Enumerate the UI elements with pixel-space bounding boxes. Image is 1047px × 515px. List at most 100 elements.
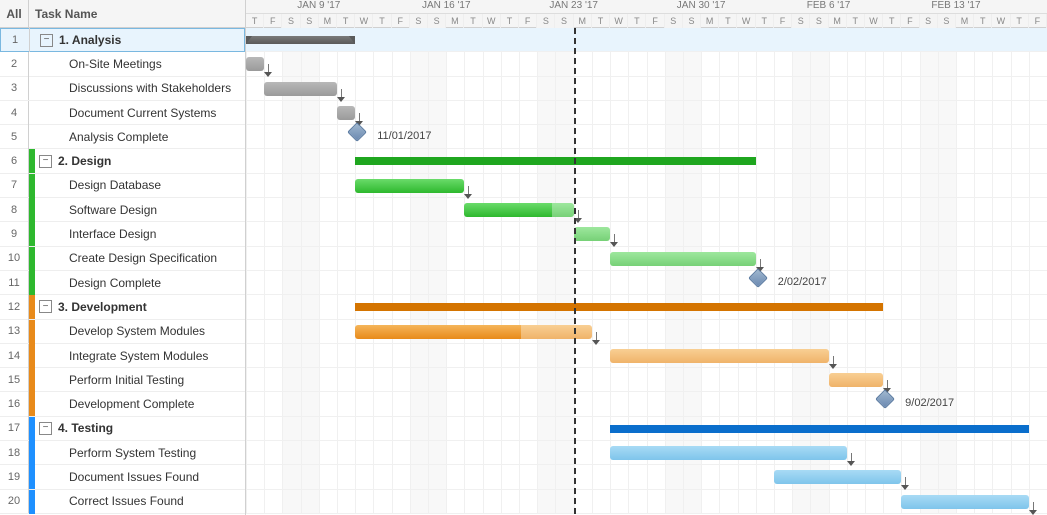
milestone-diamond-icon[interactable] (347, 122, 367, 142)
gantt-row[interactable] (246, 490, 1047, 514)
task-cell[interactable]: Create Design Specification (29, 251, 245, 265)
task-row[interactable]: 14Integrate System Modules (0, 344, 245, 368)
task-cell[interactable]: Document Current Systems (29, 106, 245, 120)
task-row[interactable]: 8Software Design (0, 198, 245, 222)
milestone-diamond-icon[interactable] (875, 390, 895, 410)
task-row-phase[interactable]: 1−1. Analysis (0, 28, 245, 52)
task-cell[interactable]: Correct Issues Found (29, 494, 245, 508)
gantt-row[interactable] (246, 320, 1047, 344)
gantt-row[interactable] (246, 417, 1047, 441)
day-header: T (246, 14, 264, 28)
task-cell[interactable]: −1. Analysis (30, 33, 244, 47)
summary-bar[interactable] (355, 303, 883, 311)
task-bar[interactable] (264, 82, 337, 96)
task-row[interactable]: 3Discussions with Stakeholders (0, 77, 245, 101)
task-row[interactable]: 10Create Design Specification (0, 247, 245, 271)
task-row[interactable]: 16Development Complete (0, 392, 245, 416)
task-row-phase[interactable]: 6−2. Design (0, 149, 245, 173)
task-row[interactable]: 15Perform Initial Testing (0, 368, 245, 392)
task-bar[interactable] (610, 446, 847, 460)
task-bar[interactable] (464, 203, 573, 217)
task-cell[interactable]: Document Issues Found (29, 470, 245, 484)
task-row[interactable]: 20Correct Issues Found (0, 490, 245, 514)
task-bar[interactable] (829, 373, 884, 387)
task-bar[interactable] (901, 495, 1028, 509)
gantt-row[interactable] (246, 52, 1047, 76)
task-bar[interactable] (355, 325, 592, 339)
task-row[interactable]: 2On-Site Meetings (0, 52, 245, 76)
task-bar[interactable] (774, 470, 901, 484)
task-cell[interactable]: Design Database (29, 178, 245, 192)
gantt-row[interactable] (246, 174, 1047, 198)
task-row[interactable]: 4Document Current Systems (0, 101, 245, 125)
task-cell[interactable]: −4. Testing (29, 421, 245, 435)
summary-bar[interactable] (355, 157, 756, 165)
progress-remaining (610, 349, 828, 363)
day-header: F (1029, 14, 1047, 28)
gantt-row[interactable] (246, 77, 1047, 101)
task-row[interactable]: 18Perform System Testing (0, 441, 245, 465)
gantt-row[interactable] (246, 149, 1047, 173)
gantt-row[interactable] (246, 198, 1047, 222)
column-all-header[interactable]: All (0, 0, 29, 27)
task-bar[interactable] (610, 252, 756, 266)
task-cell[interactable]: On-Site Meetings (29, 57, 245, 71)
task-cell[interactable]: Develop System Modules (29, 324, 245, 338)
task-cell[interactable]: Perform System Testing (29, 446, 245, 460)
task-cell[interactable]: Development Complete (29, 397, 245, 411)
gantt-row[interactable] (246, 28, 1047, 52)
gantt-row[interactable] (246, 222, 1047, 246)
task-cell[interactable]: Integrate System Modules (29, 349, 245, 363)
gantt-row[interactable] (246, 344, 1047, 368)
gantt-row[interactable] (246, 295, 1047, 319)
gantt-row[interactable] (246, 368, 1047, 392)
day-header: T (719, 14, 737, 28)
row-number: 18 (0, 441, 29, 465)
row-number: 9 (0, 222, 29, 246)
task-bar[interactable] (610, 349, 828, 363)
task-cell[interactable]: Perform Initial Testing (29, 373, 245, 387)
task-cell[interactable]: Discussions with Stakeholders (29, 81, 245, 95)
gantt-panel[interactable]: JAN 9 '17JAN 16 '17JAN 23 '17JAN 30 '17F… (246, 0, 1047, 515)
task-bar[interactable] (246, 57, 264, 71)
gantt-row[interactable]: 11/01/2017 (246, 125, 1047, 149)
collapse-toggle-icon[interactable]: − (40, 34, 53, 47)
progress-remaining (610, 446, 847, 460)
task-bar[interactable] (355, 179, 464, 193)
task-bar[interactable] (337, 106, 355, 120)
collapse-toggle-icon[interactable]: − (39, 155, 52, 168)
gantt-body[interactable]: 11/01/2017 2/02/2017 9/02/2017 (246, 28, 1047, 514)
gantt-row[interactable] (246, 465, 1047, 489)
task-cell[interactable]: Software Design (29, 203, 245, 217)
task-row[interactable]: 9Interface Design (0, 222, 245, 246)
task-cell[interactable]: Interface Design (29, 227, 245, 241)
collapse-toggle-icon[interactable]: − (39, 422, 52, 435)
gantt-row[interactable]: 2/02/2017 (246, 271, 1047, 295)
row-number: 1 (1, 28, 30, 52)
row-number: 6 (0, 149, 29, 173)
task-row[interactable]: 5Analysis Complete (0, 125, 245, 149)
summary-bar[interactable] (246, 36, 355, 44)
collapse-toggle-icon[interactable]: − (39, 300, 52, 313)
task-bar[interactable] (574, 227, 610, 241)
task-row-phase[interactable]: 17−4. Testing (0, 417, 245, 441)
task-row[interactable]: 13Develop System Modules (0, 320, 245, 344)
dependency-line (341, 89, 342, 97)
task-cell[interactable]: Analysis Complete (29, 130, 245, 144)
gantt-row[interactable]: 9/02/2017 (246, 392, 1047, 416)
task-row[interactable]: 11Design Complete (0, 271, 245, 295)
gantt-row[interactable] (246, 247, 1047, 271)
task-row[interactable]: 7Design Database (0, 174, 245, 198)
task-cell[interactable]: −3. Development (29, 300, 245, 314)
column-taskname-header[interactable]: Task Name (29, 0, 245, 27)
task-cell[interactable]: Design Complete (29, 276, 245, 290)
milestone-diamond-icon[interactable] (748, 268, 768, 288)
milestone-label: 9/02/2017 (905, 397, 954, 409)
task-cell[interactable]: −2. Design (29, 154, 245, 168)
gantt-row[interactable] (246, 101, 1047, 125)
task-row[interactable]: 19Document Issues Found (0, 465, 245, 489)
gantt-row[interactable] (246, 441, 1047, 465)
summary-bar[interactable] (610, 425, 1029, 433)
dependency-line (887, 380, 888, 388)
task-row-phase[interactable]: 12−3. Development (0, 295, 245, 319)
